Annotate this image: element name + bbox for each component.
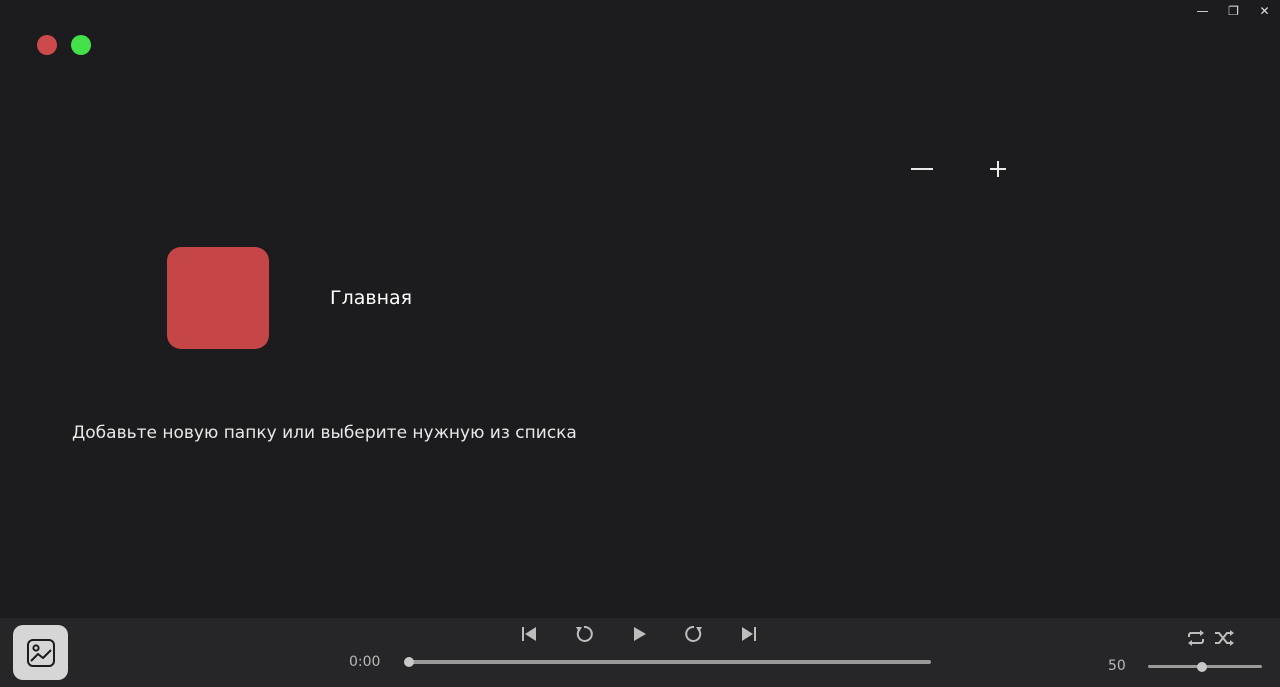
progress-thumb[interactable] [404, 657, 414, 667]
zoom-out-button[interactable] [909, 156, 935, 182]
folder-tile[interactable] [167, 247, 269, 349]
previous-track-button[interactable] [515, 621, 543, 647]
shuffle-button[interactable] [1213, 627, 1235, 649]
empty-state-hint: Добавьте новую папку или выберите нужную… [72, 423, 577, 443]
next-track-button[interactable] [735, 621, 763, 647]
progress-slider[interactable] [404, 657, 931, 667]
shuffle-icon [1215, 630, 1234, 646]
maximize-dot-button[interactable] [71, 35, 91, 55]
transport-controls [515, 621, 763, 647]
cover-art-button[interactable] [13, 625, 68, 680]
forward-icon [685, 625, 702, 642]
current-time: 0:00 [349, 654, 381, 670]
repeat-button[interactable] [1185, 627, 1207, 649]
window-controls: — ❐ ✕ [1187, 0, 1280, 22]
restore-button[interactable]: ❐ [1218, 0, 1249, 22]
playback-modes [1185, 627, 1235, 649]
traffic-lights [37, 35, 91, 55]
skip-forward-icon [742, 627, 756, 641]
rewind-icon [576, 625, 593, 642]
play-button[interactable] [625, 621, 653, 647]
close-button[interactable]: ✕ [1249, 0, 1280, 22]
close-dot-button[interactable] [37, 35, 57, 55]
zoom-in-button[interactable] [985, 156, 1011, 182]
folder-title: Главная [330, 287, 413, 309]
volume-value: 50 [1108, 658, 1126, 674]
rewind-button[interactable] [570, 621, 598, 647]
forward-button[interactable] [680, 621, 708, 647]
player-bar: 0:00 50 [0, 618, 1280, 687]
skip-back-icon [522, 627, 536, 641]
image-icon [26, 638, 55, 667]
volume-slider[interactable] [1148, 661, 1262, 672]
plus-icon [990, 161, 1006, 177]
minus-icon [911, 168, 933, 170]
volume-thumb[interactable] [1196, 661, 1207, 672]
play-icon [634, 627, 646, 641]
minimize-button[interactable]: — [1187, 0, 1218, 22]
repeat-icon [1188, 630, 1204, 646]
